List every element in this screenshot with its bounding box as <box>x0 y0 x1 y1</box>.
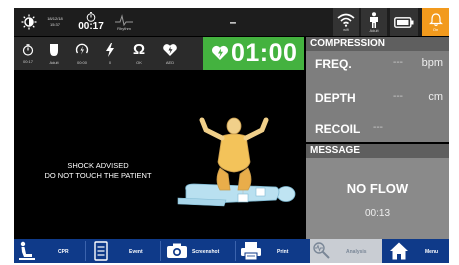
countdown-value: 01:00 <box>231 39 298 67</box>
shock-count-value: 0 <box>108 59 112 65</box>
cpr-button[interactable]: CPR <box>14 239 84 263</box>
shock-advised-text: SHOCK ADVISED <box>67 161 129 170</box>
rhythm-icon <box>115 13 133 26</box>
event-list-icon <box>94 241 108 261</box>
shock-advisory: SHOCK ADVISED DO NOT TOUCH THE PATIENT <box>30 161 166 181</box>
rhythm-label: Rhythm <box>117 25 131 31</box>
alarm-label: On <box>432 26 439 32</box>
wifi-label: wifi <box>343 26 349 32</box>
freq-unit: bpm <box>421 57 443 69</box>
event-label: Event <box>129 249 143 255</box>
message-panel: MESSAGE NO FLOW 00:13 <box>306 144 449 239</box>
impedance-label: OK <box>136 60 142 65</box>
divider <box>85 241 86 261</box>
rescuer-figure <box>199 117 269 191</box>
message-time: 00:13 <box>364 208 391 219</box>
cpr-label: CPR <box>58 249 69 255</box>
timer-icon <box>22 43 34 56</box>
home-icon <box>390 242 408 260</box>
energy-time-value: 00:00 <box>76 59 87 65</box>
energy-status: 00:00 <box>68 37 96 70</box>
menu-button[interactable]: Menu <box>383 239 449 263</box>
bell-icon <box>428 12 443 26</box>
impedance-icon: Ω <box>132 41 146 58</box>
wifi-button[interactable]: wifi <box>333 8 359 36</box>
divider <box>235 241 236 261</box>
patient-adult-icon <box>370 11 378 28</box>
top-status-bar: 18/12/18 15:37 00:17 Rhythm – wifi Adult… <box>14 8 449 36</box>
printer-icon <box>241 242 261 261</box>
recoil-value: --- <box>373 122 383 133</box>
print-label: Print <box>277 249 289 255</box>
cpr-timer-value: 00:17 <box>22 58 33 64</box>
depth-row: DEPTH --- cm <box>315 91 443 105</box>
elapsed-time-text: 00:17 <box>78 21 104 32</box>
screenshot-label: Screenshot <box>192 249 220 255</box>
bottom-toolbar: CPR Event Screenshot Print Analysis Menu <box>14 239 449 263</box>
energy-icon <box>75 43 89 54</box>
patient-type-label: Adult <box>369 27 379 33</box>
menu-label: Menu <box>425 249 439 255</box>
analysis-label: Analysis <box>346 249 367 255</box>
shock-count-status: 0 <box>98 37 122 70</box>
compression-panel: COMPRESSION FREQ. --- bpm DEPTH --- cm R… <box>306 37 449 142</box>
electrode-pad-icon <box>50 43 58 56</box>
depth-unit: cm <box>428 91 443 103</box>
divider <box>160 241 161 261</box>
freq-label: FREQ. <box>315 57 352 71</box>
patient-figure <box>177 180 296 207</box>
cpr-icon <box>19 241 35 260</box>
print-button[interactable]: Print <box>237 239 309 263</box>
brightness-icon <box>21 14 37 30</box>
center-status-text: – <box>229 15 237 29</box>
message-text: NO FLOW <box>346 181 409 196</box>
freq-row: FREQ. --- bpm <box>315 57 443 71</box>
battery-icon <box>394 16 414 28</box>
brightness-button[interactable] <box>18 8 40 36</box>
freq-value: --- <box>393 57 403 68</box>
battery-status <box>390 8 418 36</box>
patient-type-button[interactable]: Adult <box>361 8 387 36</box>
depth-value: --- <box>393 91 403 102</box>
aed-mode-status: AED <box>156 37 184 70</box>
heart-shock-icon <box>163 43 177 56</box>
event-button[interactable]: Event <box>87 239 159 263</box>
message-body: NO FLOW 00:13 <box>306 158 449 239</box>
bolt-icon <box>106 42 114 57</box>
wifi-icon <box>337 13 355 27</box>
clock-text: 15:37 <box>49 22 60 27</box>
heart-shock-icon <box>212 45 228 60</box>
date-time: 18/12/18 15:37 <box>44 8 66 36</box>
recoil-label: RECOIL <box>315 122 361 136</box>
cpr-countdown: 01:00 <box>203 37 304 70</box>
cpr-timer-status: 00:17 <box>16 37 40 70</box>
compression-body: FREQ. --- bpm DEPTH --- cm RECOIL --- <box>306 51 449 142</box>
depth-label: DEPTH <box>315 91 356 105</box>
screenshot-button[interactable]: Screenshot <box>162 239 234 263</box>
electrode-pad-label: Adult <box>49 59 59 65</box>
message-header: MESSAGE <box>306 144 449 158</box>
analysis-icon <box>313 242 330 259</box>
cpr-illustration <box>177 117 296 207</box>
defibrillator-screen: 18/12/18 15:37 00:17 Rhythm – wifi Adult… <box>14 8 449 263</box>
electrode-pad-status: Adult <box>42 37 66 70</box>
compression-header: COMPRESSION <box>306 37 449 51</box>
recoil-row: RECOIL --- <box>315 122 443 136</box>
do-not-touch-text: DO NOT TOUCH THE PATIENT <box>44 171 152 180</box>
analysis-button[interactable]: Analysis <box>310 239 382 263</box>
impedance-status: Ω OK <box>125 37 153 70</box>
elapsed-timer: 00:17 <box>76 8 106 36</box>
camera-icon <box>167 243 187 258</box>
alarm-button[interactable]: On <box>422 8 449 36</box>
rhythm-indicator[interactable]: Rhythm <box>111 8 137 36</box>
aed-label: AED <box>165 59 175 65</box>
